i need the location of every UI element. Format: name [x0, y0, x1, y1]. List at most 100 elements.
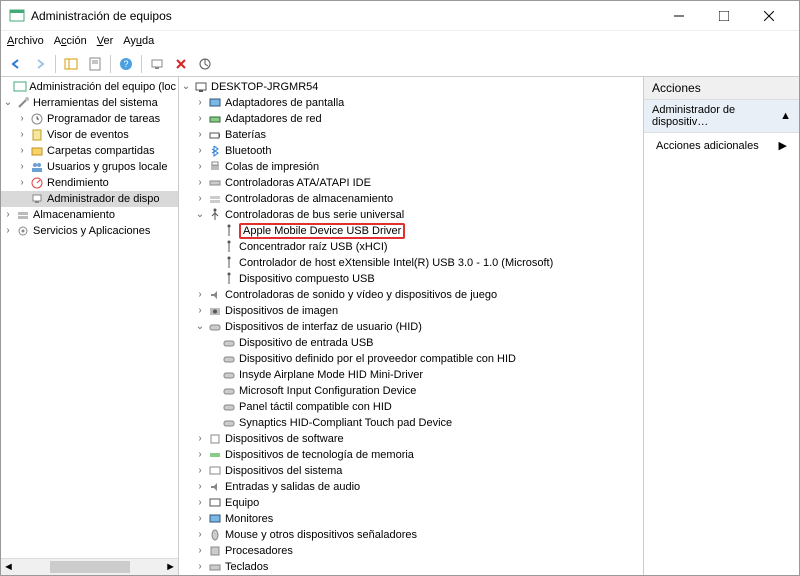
book-icon	[29, 127, 45, 143]
hid-dev-icon	[221, 351, 237, 367]
menu-file[interactable]: Archivo	[7, 35, 44, 47]
dev-insyde[interactable]: Insyde Airplane Mode HID Mini-Driver	[179, 367, 643, 383]
actions-category[interactable]: Administrador de dispositiv… ▲	[644, 100, 799, 133]
camera-icon	[207, 303, 223, 319]
dev-memory[interactable]: ›Dispositivos de tecnología de memoria	[179, 447, 643, 463]
console-tree-pane: Administración del equipo (loc ⌄Herramie…	[1, 77, 179, 575]
help-button[interactable]: ?	[115, 53, 137, 75]
tree-storage[interactable]: ›Almacenamiento	[1, 207, 178, 223]
dev-monitors[interactable]: ›Monitores	[179, 511, 643, 527]
dev-apple-usb[interactable]: Apple Mobile Device USB Driver	[179, 223, 643, 239]
hid-dev-icon	[221, 335, 237, 351]
dev-ata[interactable]: ›Controladoras ATA/ATAPI IDE	[179, 175, 643, 191]
dev-storagectl[interactable]: ›Controladoras de almacenamiento	[179, 191, 643, 207]
update-driver-button[interactable]	[194, 53, 216, 75]
actions-more[interactable]: Acciones adicionales ▶	[644, 133, 799, 158]
tools-icon	[15, 95, 31, 111]
tree-sharedfolders[interactable]: ›Carpetas compartidas	[1, 143, 178, 159]
forward-button[interactable]	[29, 53, 51, 75]
expand-icon[interactable]: ›	[1, 210, 15, 220]
close-button[interactable]	[746, 1, 791, 30]
sound-icon	[207, 287, 223, 303]
menu-help[interactable]: Ayuda	[123, 35, 154, 47]
menu-view[interactable]: Ver	[97, 35, 114, 47]
monitor-icon	[207, 511, 223, 527]
tree-systools[interactable]: ⌄Herramientas del sistema	[1, 95, 178, 111]
dev-composite[interactable]: Dispositivo compuesto USB	[179, 271, 643, 287]
hid-dev-icon	[221, 367, 237, 383]
expand-icon[interactable]: ›	[15, 178, 29, 188]
scroll-right-icon[interactable]: ►	[165, 561, 176, 573]
collapse-icon[interactable]: ⌄	[193, 210, 207, 220]
dev-xhci[interactable]: Controlador de host eXtensible Intel(R) …	[179, 255, 643, 271]
expand-icon[interactable]: ›	[193, 98, 207, 108]
dev-root[interactable]: ⌄DESKTOP-JRGMR54	[179, 79, 643, 95]
scan-hardware-button[interactable]	[146, 53, 168, 75]
battery-icon	[207, 127, 223, 143]
expand-icon[interactable]: ›	[1, 226, 15, 236]
titlebar: Administración de equipos	[1, 1, 799, 31]
scrollbar-horizontal[interactable]: ◄ ►	[1, 558, 178, 575]
dev-usbctl[interactable]: ⌄Controladoras de bus serie universal	[179, 207, 643, 223]
tree-eventviewer[interactable]: ›Visor de eventos	[1, 127, 178, 143]
hid-dev-icon	[221, 415, 237, 431]
dev-touchpanel[interactable]: Panel táctil compatible con HID	[179, 399, 643, 415]
tree-services[interactable]: ›Servicios y Aplicaciones	[1, 223, 178, 239]
actions-header: Acciones	[644, 77, 799, 100]
toolbar: ?	[1, 51, 799, 77]
tree-users[interactable]: ›Usuarios y grupos locale	[1, 159, 178, 175]
dev-usbinput[interactable]: Dispositivo de entrada USB	[179, 335, 643, 351]
dev-keyboards[interactable]: ›Teclados	[179, 559, 643, 575]
expand-icon[interactable]: ›	[15, 114, 29, 124]
dev-software[interactable]: ›Dispositivos de software	[179, 431, 643, 447]
dev-bluetooth[interactable]: ›Bluetooth	[179, 143, 643, 159]
dev-system[interactable]: ›Dispositivos del sistema	[179, 463, 643, 479]
expand-icon[interactable]: ›	[15, 146, 29, 156]
storage-icon	[15, 207, 31, 223]
properties-button[interactable]	[84, 53, 106, 75]
actions-pane: Acciones Administrador de dispositiv… ▲ …	[644, 77, 799, 575]
dev-imaging[interactable]: ›Dispositivos de imagen	[179, 303, 643, 319]
dev-processors[interactable]: ›Procesadores	[179, 543, 643, 559]
dev-usb-hub[interactable]: Concentrador raíz USB (xHCI)	[179, 239, 643, 255]
window-icon	[9, 8, 25, 24]
chevron-right-icon: ▶	[779, 139, 787, 152]
dev-display[interactable]: ›Adaptadores de pantalla	[179, 95, 643, 111]
expand-icon[interactable]: ›	[15, 162, 29, 172]
dev-batteries[interactable]: ›Baterías	[179, 127, 643, 143]
expand-icon[interactable]: ›	[15, 130, 29, 140]
dev-sound[interactable]: ›Controladoras de sonido y vídeo y dispo…	[179, 287, 643, 303]
dev-synaptics[interactable]: Synaptics HID-Compliant Touch pad Device	[179, 415, 643, 431]
dev-audio[interactable]: ›Entradas y salidas de audio	[179, 479, 643, 495]
dev-network[interactable]: ›Adaptadores de red	[179, 111, 643, 127]
services-icon	[15, 223, 31, 239]
minimize-button[interactable]	[656, 1, 701, 30]
dev-hid[interactable]: ⌄Dispositivos de interfaz de usuario (HI…	[179, 319, 643, 335]
printer-icon	[207, 159, 223, 175]
dev-mouse[interactable]: ›Mouse y otros dispositivos señaladores	[179, 527, 643, 543]
tree-devmgr[interactable]: Administrador de dispo	[1, 191, 178, 207]
collapse-icon[interactable]: ⌄	[193, 322, 207, 332]
dev-printq[interactable]: ›Colas de impresión	[179, 159, 643, 175]
computer-icon	[207, 495, 223, 511]
back-button[interactable]	[5, 53, 27, 75]
dev-msinput[interactable]: Microsoft Input Configuration Device	[179, 383, 643, 399]
display-icon	[207, 95, 223, 111]
collapse-icon: ▲	[780, 110, 791, 122]
dev-computer[interactable]: ›Equipo	[179, 495, 643, 511]
scroll-thumb[interactable]	[50, 561, 130, 573]
collapse-icon[interactable]: ⌄	[1, 98, 15, 108]
collapse-icon[interactable]: ⌄	[179, 82, 193, 92]
show-hide-button[interactable]	[60, 53, 82, 75]
device-tree-pane: ⌄DESKTOP-JRGMR54 ›Adaptadores de pantall…	[179, 77, 644, 575]
tree-root[interactable]: Administración del equipo (loc	[1, 79, 178, 95]
memory-icon	[207, 447, 223, 463]
maximize-button[interactable]	[701, 1, 746, 30]
dev-vendorhid[interactable]: Dispositivo definido por el proveedor co…	[179, 351, 643, 367]
tree-tasksched[interactable]: ›Programador de tareas	[1, 111, 178, 127]
tree-perf[interactable]: ›Rendimiento	[1, 175, 178, 191]
scroll-left-icon[interactable]: ◄	[3, 561, 14, 573]
svg-text:?: ?	[123, 59, 128, 69]
uninstall-button[interactable]	[170, 53, 192, 75]
menu-action[interactable]: Acción	[54, 35, 87, 47]
